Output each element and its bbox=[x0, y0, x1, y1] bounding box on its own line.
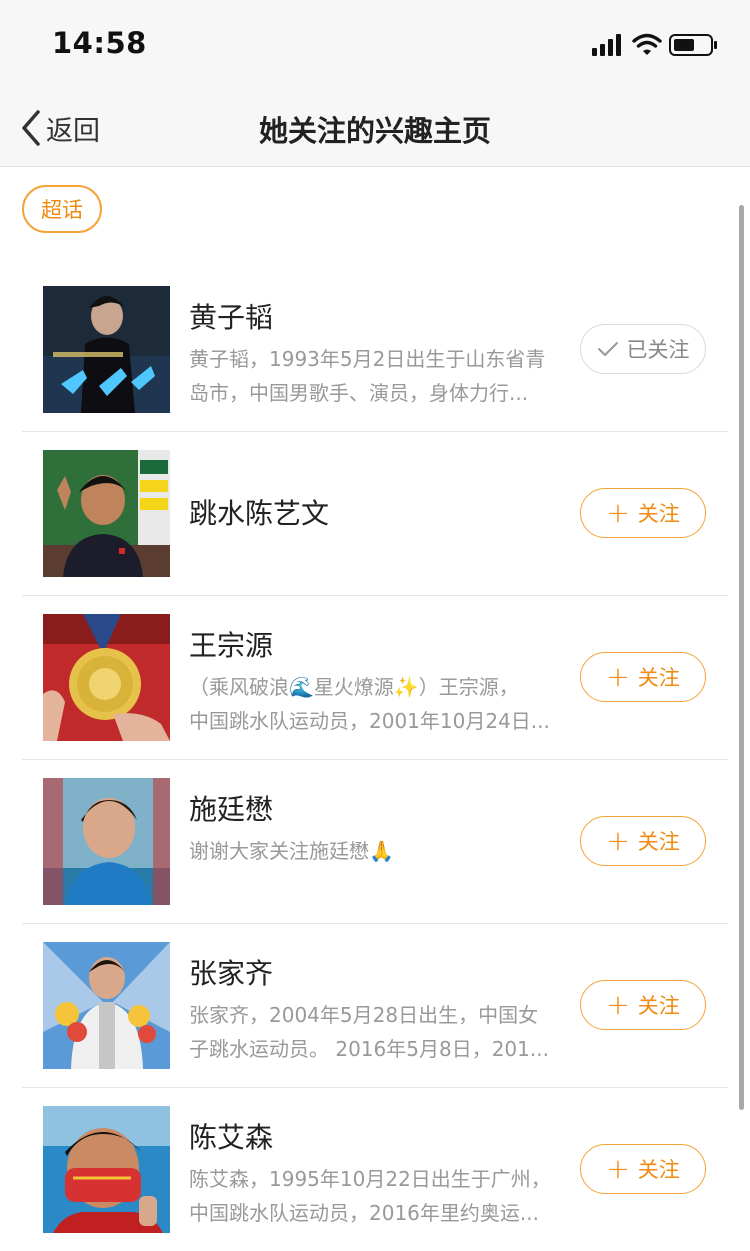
item-description: 谢谢大家关注施廷懋🙏 bbox=[189, 834, 579, 868]
item-description: 黄子韬，1993年5月2日出生于山东省青 岛市，中国男歌手、演员，身体力行... bbox=[189, 342, 579, 410]
button-label: 已关注 bbox=[626, 338, 690, 362]
list-item[interactable]: 黄子韬 黄子韬，1993年5月2日出生于山东省青 岛市，中国男歌手、演员，身体力… bbox=[22, 268, 728, 432]
list-item[interactable]: 施廷懋 谢谢大家关注施廷懋🙏 + 关注 bbox=[22, 760, 728, 924]
list-item[interactable]: 王宗源 （乘风破浪🌊星火燎源✨）王宗源， 中国跳水队运动员，2001年10月24… bbox=[22, 596, 728, 760]
navigation-bar: 返回 她关注的兴趣主页 bbox=[0, 88, 750, 167]
item-description: 张家齐，2004年5月28日出生，中国女 子跳水运动员。 2016年5月8日，2… bbox=[189, 998, 579, 1066]
plus-icon: + bbox=[606, 1152, 630, 1185]
followed-button[interactable]: 已关注 bbox=[580, 324, 706, 374]
status-bar: 14:58 bbox=[0, 0, 750, 88]
filter-tag-super-topic[interactable]: 超话 bbox=[22, 185, 102, 233]
follow-button[interactable]: + 关注 bbox=[580, 652, 706, 702]
signal-wifi-battery-icon bbox=[592, 33, 717, 56]
system-icons bbox=[590, 32, 720, 58]
button-label: 关注 bbox=[637, 502, 680, 526]
item-name: 陈艾森 bbox=[189, 1121, 274, 1154]
avatar bbox=[43, 778, 170, 905]
item-name: 跳水陈艺文 bbox=[189, 497, 330, 530]
list-item[interactable]: 陈艾森 陈艾森，1995年10月22日出生于广州， 中国跳水队运动员，2016年… bbox=[22, 1088, 728, 1251]
avatar bbox=[43, 1106, 170, 1233]
plus-icon: + bbox=[606, 988, 630, 1021]
description-line-1: 黄子韬，1993年5月2日出生于山东省青 bbox=[189, 347, 546, 371]
description-line-1: 张家齐，2004年5月28日出生，中国女 bbox=[189, 1003, 539, 1027]
button-label: 关注 bbox=[637, 830, 680, 854]
plus-icon: + bbox=[606, 660, 630, 693]
item-name: 施廷懋 bbox=[189, 793, 274, 826]
avatar bbox=[43, 450, 170, 577]
button-label: 关注 bbox=[637, 994, 680, 1018]
avatar bbox=[43, 942, 170, 1069]
description-line-1: 陈艾森，1995年10月22日出生于广州， bbox=[189, 1167, 551, 1191]
follow-button[interactable]: + 关注 bbox=[580, 1144, 706, 1194]
list-item[interactable]: 跳水陈艺文 + 关注 bbox=[22, 432, 728, 596]
item-name: 黄子韬 bbox=[189, 301, 274, 334]
follow-button[interactable]: + 关注 bbox=[580, 488, 706, 538]
list-item[interactable]: 张家齐 张家齐，2004年5月28日出生，中国女 子跳水运动员。 2016年5月… bbox=[22, 924, 728, 1088]
follow-button[interactable]: + 关注 bbox=[580, 816, 706, 866]
button-label: 关注 bbox=[637, 666, 680, 690]
checkmark-icon bbox=[597, 342, 618, 356]
avatar bbox=[43, 614, 170, 741]
plus-icon: + bbox=[606, 496, 630, 529]
description-line-1: （乘风破浪🌊星火燎源✨）王宗源， bbox=[189, 675, 519, 699]
scrollbar[interactable] bbox=[739, 205, 744, 1110]
description-line-1: 谢谢大家关注施廷懋🙏 bbox=[189, 839, 394, 863]
item-name: 王宗源 bbox=[189, 629, 274, 662]
description-line-2: 岛市，中国男歌手、演员，身体力行... bbox=[189, 381, 529, 405]
avatar bbox=[43, 286, 170, 413]
item-name: 张家齐 bbox=[189, 957, 274, 990]
item-description: 陈艾森，1995年10月22日出生于广州， 中国跳水队运动员，2016年里约奥运… bbox=[189, 1162, 579, 1230]
interest-page-list: 黄子韬 黄子韬，1993年5月2日出生于山东省青 岛市，中国男歌手、演员，身体力… bbox=[22, 268, 728, 1251]
description-line-2: 中国跳水队运动员，2016年里约奥运... bbox=[189, 1201, 539, 1225]
page-title: 她关注的兴趣主页 bbox=[258, 114, 491, 148]
plus-icon: + bbox=[606, 824, 630, 857]
status-time: 14:58 bbox=[52, 26, 147, 60]
description-line-2: 中国跳水队运动员，2001年10月24日... bbox=[189, 709, 550, 733]
button-label: 关注 bbox=[637, 1158, 680, 1182]
description-line-2: 子跳水运动员。 2016年5月8日，201... bbox=[189, 1037, 549, 1061]
follow-button[interactable]: + 关注 bbox=[580, 980, 706, 1030]
item-description: （乘风破浪🌊星火燎源✨）王宗源， 中国跳水队运动员，2001年10月24日... bbox=[189, 670, 579, 738]
